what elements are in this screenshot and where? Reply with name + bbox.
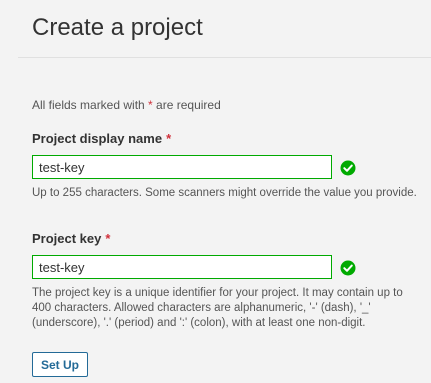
project-key-required-star: * <box>105 231 111 246</box>
display-name-help: Up to 255 characters. Some scanners migh… <box>32 187 417 199</box>
set-up-button[interactable]: Set Up <box>32 352 88 377</box>
required-fields-note: All fields marked with * are required <box>32 98 221 112</box>
display-name-label: Project display name * <box>32 131 171 146</box>
required-note-suffix: are required <box>152 98 221 112</box>
project-key-input[interactable] <box>32 255 332 279</box>
display-name-required-star: * <box>166 131 172 146</box>
page-title: Create a project <box>32 14 203 41</box>
project-key-help: The project key is a unique identifier f… <box>32 287 403 329</box>
project-key-label: Project key * <box>32 231 110 246</box>
check-circle-icon <box>340 260 356 276</box>
header-divider <box>18 57 431 58</box>
required-note-prefix: All fields marked with <box>32 98 149 112</box>
create-project-page: Create a project All fields marked with … <box>0 0 431 383</box>
project-key-label-text: Project key <box>32 231 102 246</box>
display-name-label-text: Project display name <box>32 131 163 146</box>
display-name-input[interactable] <box>32 155 332 179</box>
check-circle-icon <box>340 160 356 176</box>
